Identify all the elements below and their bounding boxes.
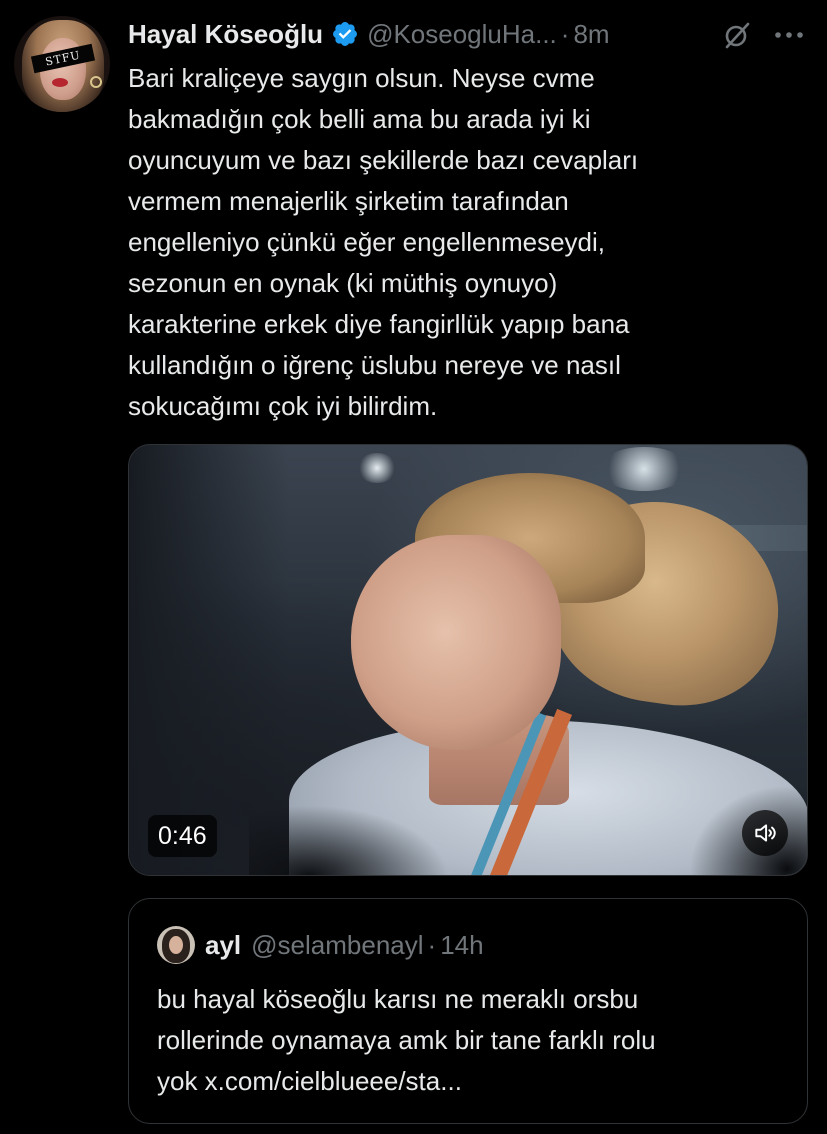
more-options-icon[interactable]	[772, 20, 806, 50]
volume-icon	[755, 824, 776, 842]
quoted-author-name[interactable]: ayl	[205, 930, 241, 961]
quoted-author-handle[interactable]: @selambenayl	[251, 930, 423, 961]
quoted-author-avatar[interactable]	[157, 926, 195, 964]
video-frame-light	[357, 453, 397, 483]
quoted-tweet-text: bu hayal köseoğlu karısı ne meraklı orsb…	[157, 984, 656, 1096]
grok-icon[interactable]	[722, 20, 752, 50]
quoted-tweet-header: ayl @selambenayl · 14h	[157, 925, 484, 965]
volume-button[interactable]	[742, 810, 788, 856]
author-name[interactable]: Hayal Köseoğlu	[128, 19, 323, 50]
quoted-avatar-face	[169, 936, 183, 954]
video-frame-shadow	[249, 805, 449, 875]
verified-badge-icon[interactable]	[331, 20, 359, 48]
tweet-header: Hayal Köseoğlu @KoseogluHa... · 8m	[128, 14, 610, 54]
video-player[interactable]	[128, 444, 808, 876]
avatar-lips	[52, 78, 68, 87]
tweet-text: Bari kraliçeye saygın olsun. Neyse cvme …	[128, 63, 639, 421]
video-duration-badge: 0:46	[148, 815, 217, 857]
author-handle[interactable]: @KoseogluHa...	[367, 19, 557, 50]
author-avatar[interactable]: STFU	[14, 16, 110, 112]
quoted-tweet-timestamp[interactable]: 14h	[440, 930, 483, 961]
video-frame-light	[599, 447, 689, 491]
avatar-earring	[90, 76, 102, 88]
tweet[interactable]: STFU Hayal Köseoğlu @KoseogluHa... · 8m …	[0, 0, 827, 1134]
header-separator: ·	[560, 18, 570, 49]
tweet-timestamp[interactable]: 8m	[573, 19, 609, 50]
quoted-tweet[interactable]: ayl @selambenayl · 14h bu hayal köseoğlu…	[128, 898, 808, 1124]
video-person-face	[351, 535, 561, 750]
quoted-header-separator: ·	[427, 929, 437, 960]
